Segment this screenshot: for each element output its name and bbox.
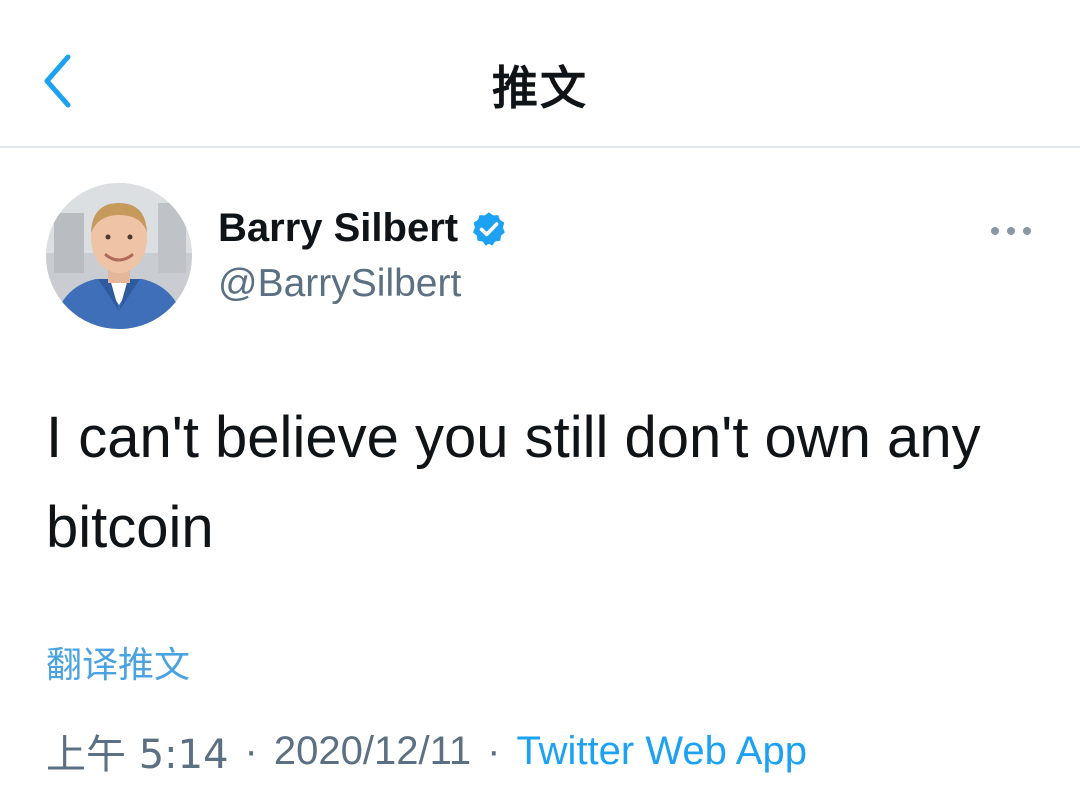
page-title: 推文 — [492, 61, 588, 115]
tweet-meta: 上午 5:14 · 2020/12/11 · Twitter Web App — [46, 722, 807, 780]
tweet-detail-screen: 推文 Barry Silbert @BarrySilbert I can't b… — [0, 0, 1080, 805]
tweet-source-link[interactable]: Twitter Web App — [516, 729, 807, 774]
translate-tweet-link[interactable]: 翻译推文 — [46, 636, 190, 688]
author-name[interactable]: Barry Silbert — [218, 206, 508, 251]
avatar-photo — [46, 183, 192, 329]
tweet-text: I can't believe you still don't own any … — [46, 405, 981, 560]
more-horizontal-icon — [991, 227, 1031, 235]
meta-separator: · — [244, 728, 258, 773]
avatar[interactable] — [46, 183, 192, 329]
verified-badge-icon — [470, 210, 508, 248]
author-handle[interactable]: @BarrySilbert — [218, 262, 461, 306]
tweet-date: 2020/12/11 — [273, 728, 472, 773]
top-nav-bar: 推文 — [0, 0, 1080, 148]
meta-separator: · — [487, 728, 501, 773]
more-options-button[interactable] — [980, 214, 1042, 248]
tweet-time: 上午 5:14 — [46, 732, 229, 778]
author-name-text: Barry Silbert — [218, 206, 459, 250]
